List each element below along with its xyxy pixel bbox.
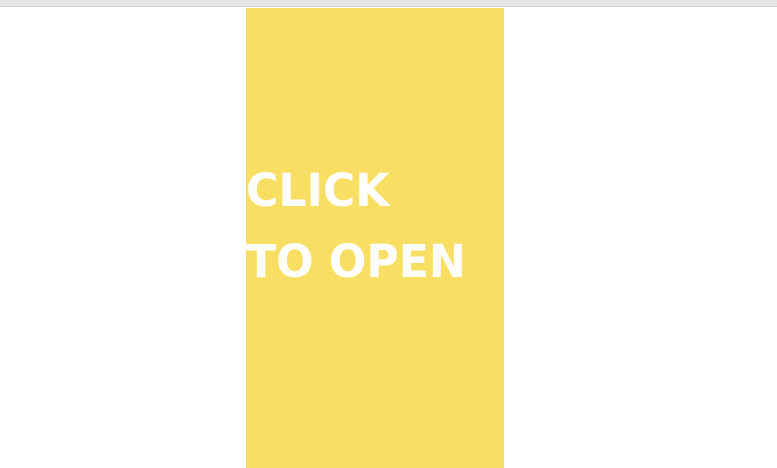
click-to-open-panel[interactable]: Click to open [246, 8, 504, 468]
window-top-bar [0, 0, 777, 7]
click-to-open-label: Click to open [246, 168, 470, 284]
to-open-label: to open [246, 235, 466, 288]
click-label: Click [246, 164, 390, 217]
